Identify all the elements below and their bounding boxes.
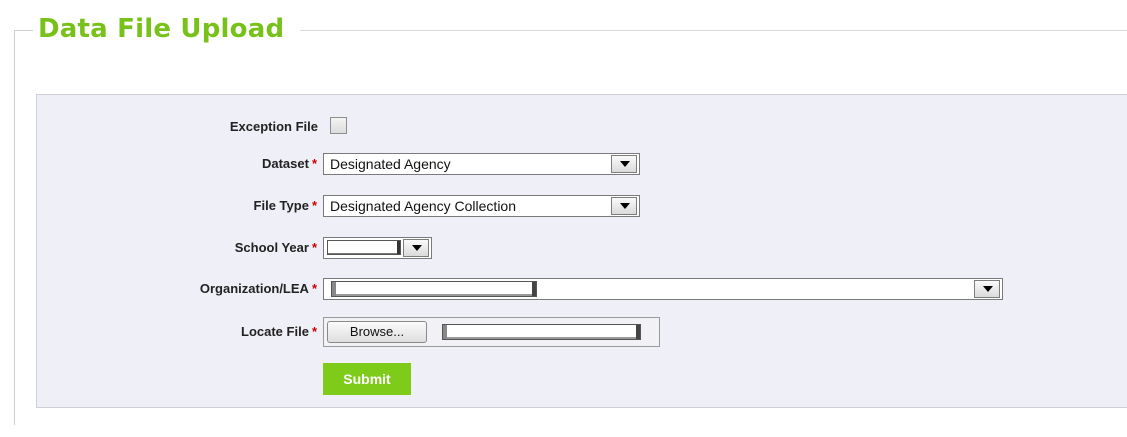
school-year-row: School Year * [37, 237, 1127, 261]
file-type-label-text: File Type [253, 198, 309, 213]
redacted-value [327, 240, 401, 255]
organization-row: Organization/LEA * [37, 278, 1127, 302]
redacted-value [331, 281, 537, 297]
file-type-label-box: File Type * [37, 195, 347, 217]
fieldset-border-top-right [300, 30, 1127, 31]
required-marker: * [311, 324, 317, 339]
dataset-select-value: Designated Agency [330, 156, 451, 172]
upload-form-panel: Exception File Dataset * Designated Agenc… [36, 94, 1127, 408]
submit-button[interactable]: Submit [323, 363, 411, 395]
fieldset-border-left [14, 30, 15, 425]
exception-file-label-box: Exception File [37, 116, 347, 138]
locate-file-label-text: Locate File [241, 324, 309, 339]
chevron-down-icon[interactable] [974, 280, 1000, 298]
selected-file-path [442, 324, 641, 340]
chevron-down-icon[interactable] [403, 239, 429, 257]
file-type-select-value: Designated Agency Collection [330, 198, 517, 214]
browse-button[interactable]: Browse... [327, 321, 427, 343]
organization-label-box: Organization/LEA * [37, 278, 347, 300]
organization-label: Organization/LEA * [200, 278, 317, 300]
file-type-select[interactable]: Designated Agency Collection [323, 195, 640, 217]
dataset-select[interactable]: Designated Agency [323, 153, 640, 175]
dataset-label: Dataset * [262, 153, 317, 175]
locate-file-label: Locate File * [241, 321, 317, 343]
file-input[interactable]: Browse... [323, 317, 660, 347]
exception-file-label: Exception File [230, 116, 318, 138]
school-year-label-box: School Year * [37, 237, 347, 259]
exception-file-row: Exception File [37, 116, 1127, 140]
file-type-row: File Type * Designated Agency Collection [37, 195, 1127, 219]
exception-file-label-text: Exception File [229, 119, 318, 134]
required-marker: * [311, 198, 317, 213]
chevron-down-icon[interactable] [611, 155, 637, 173]
dataset-label-text: Dataset [261, 156, 309, 171]
fieldset-border-top-left [14, 30, 33, 31]
required-marker: * [311, 281, 317, 296]
dataset-row: Dataset * Designated Agency [37, 153, 1127, 177]
exception-file-checkbox[interactable] [330, 117, 347, 134]
organization-select[interactable] [323, 278, 1003, 300]
school-year-label: School Year * [235, 237, 317, 259]
file-type-label: File Type * [254, 195, 317, 217]
chevron-down-icon[interactable] [611, 197, 637, 215]
locate-file-label-box: Locate File * [37, 321, 347, 343]
school-year-label-text: School Year [234, 240, 309, 255]
dataset-label-box: Dataset * [37, 153, 347, 175]
upload-page: Data File Upload Exception File Dataset *… [0, 0, 1127, 437]
school-year-select[interactable] [323, 237, 432, 259]
required-marker: * [311, 156, 317, 171]
organization-label-text: Organization/LEA [199, 281, 309, 296]
required-marker: * [311, 240, 317, 255]
page-title: Data File Upload [38, 14, 285, 44]
locate-file-row: Locate File * Browse... [37, 317, 1127, 347]
